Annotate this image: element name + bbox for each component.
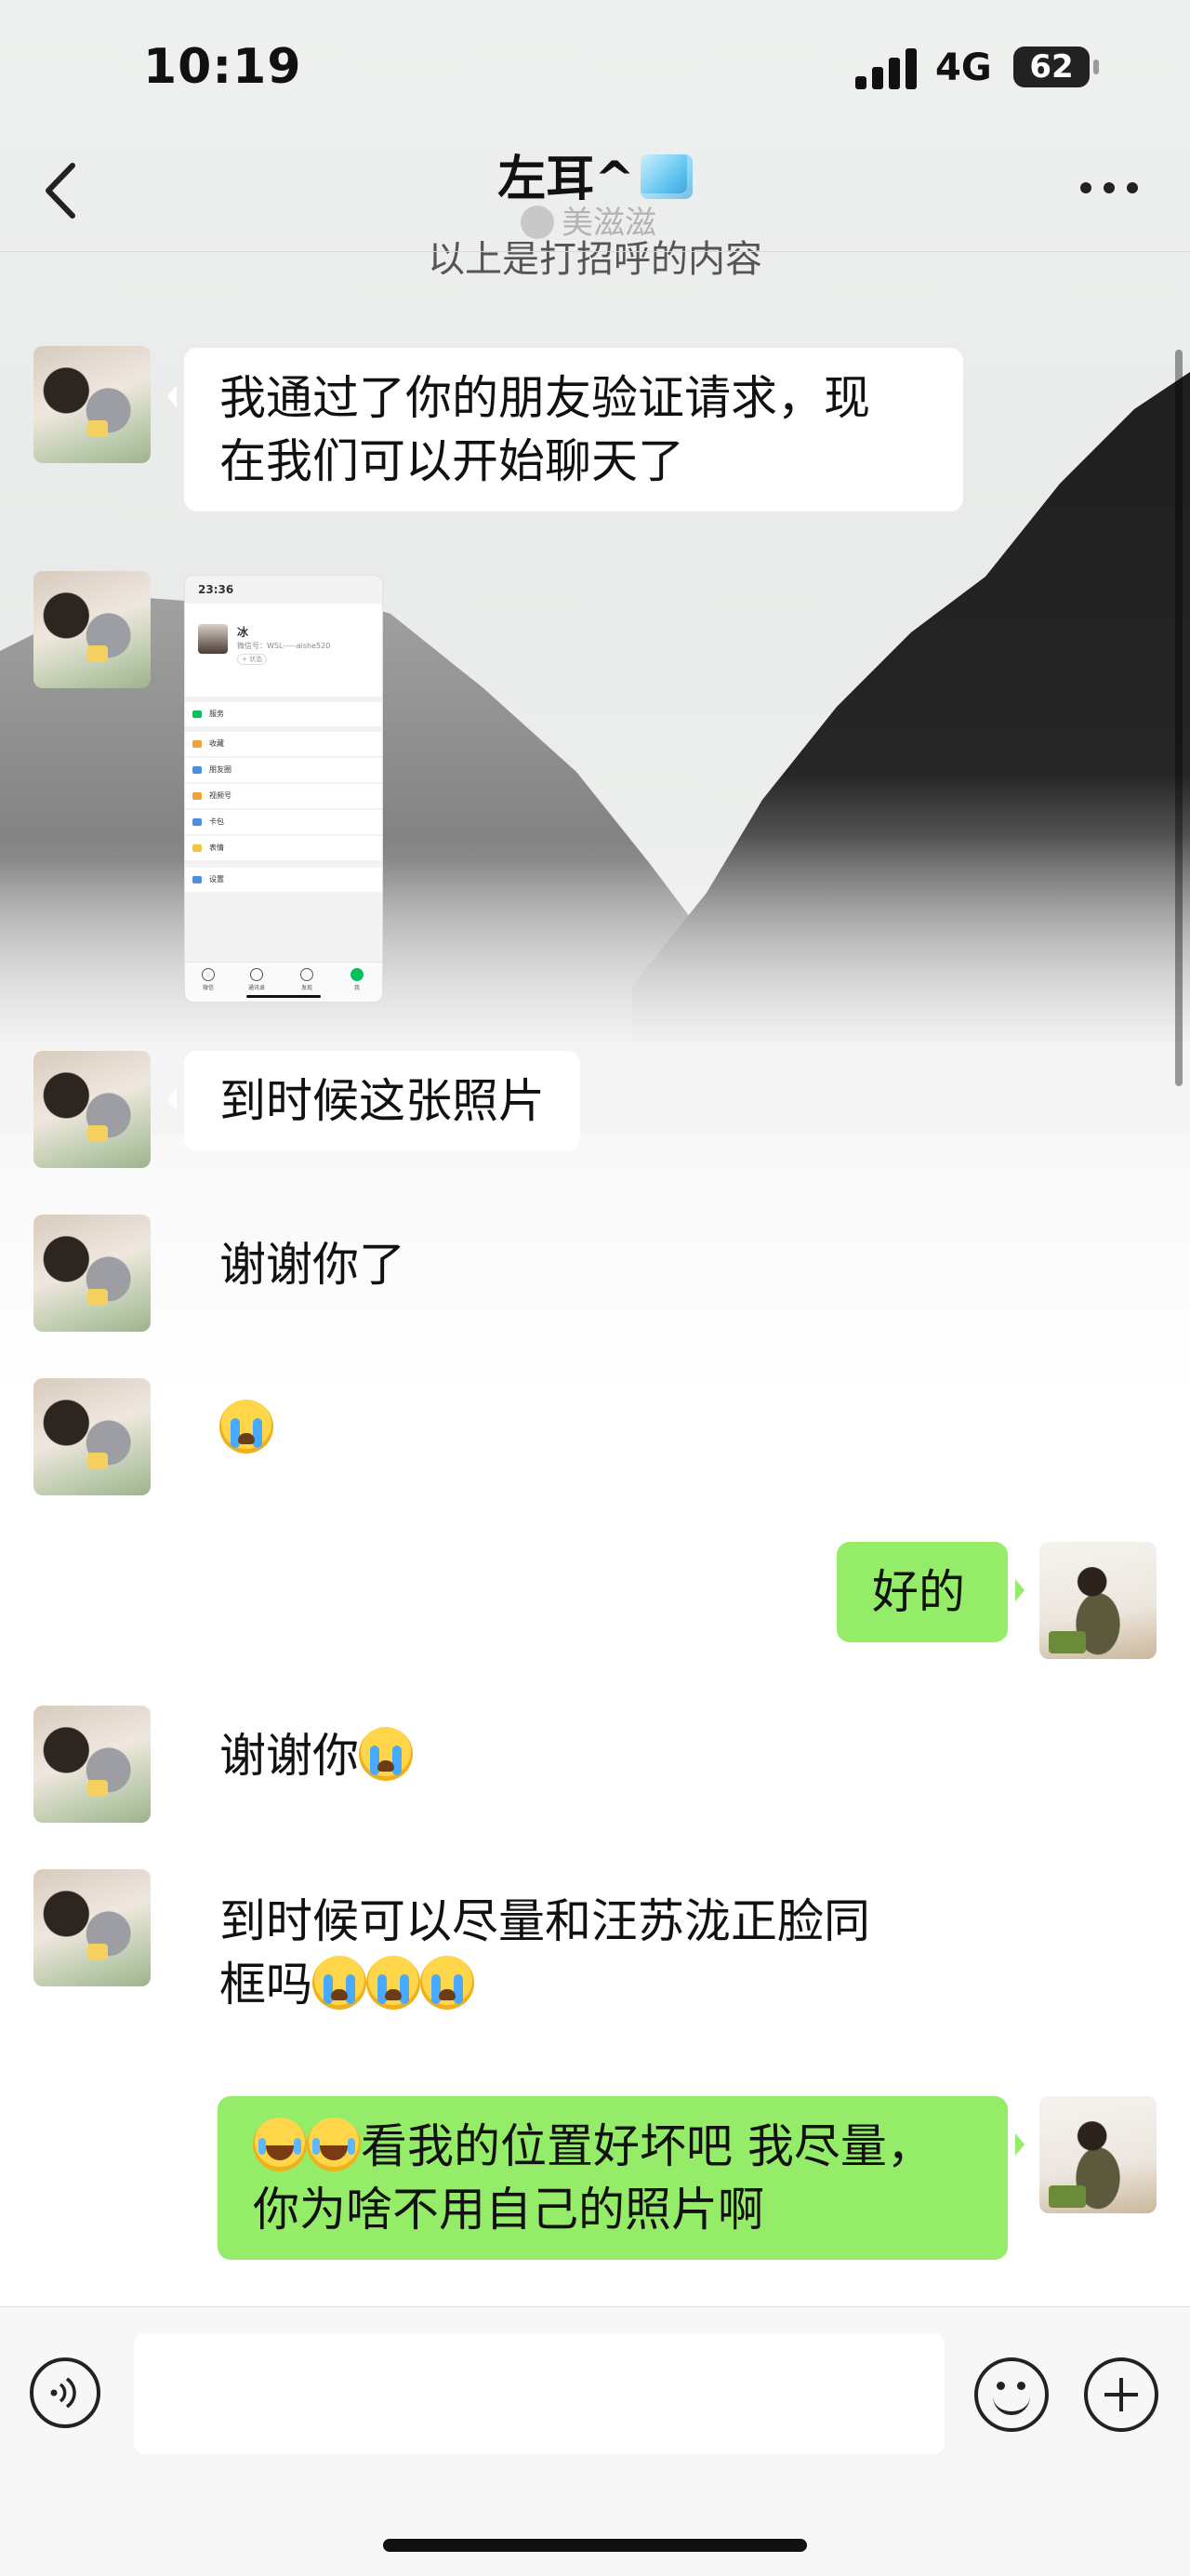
message-bubble-received[interactable]: 谢谢你了: [184, 1215, 441, 1315]
screenshot-name: 冰: [237, 626, 249, 639]
header-divider: [0, 251, 1190, 252]
message-bubble-received[interactable]: 到时候这张照片: [167, 1051, 580, 1151]
message-bubble-received[interactable]: 到时候可以尽量和汪苏泷正脸同 框吗: [184, 1871, 984, 2035]
emoji-button[interactable]: [974, 2357, 1049, 2432]
screenshot-profile: 冰 微信号：WSL-----aishe520 + 状态: [185, 604, 382, 697]
screenshot-home-indicator: [246, 995, 321, 998]
battery-level: 62: [1029, 48, 1074, 86]
screenshot-row: 收藏: [185, 732, 382, 756]
screenshot-row: 朋友圈: [185, 758, 382, 782]
voice-icon: [50, 2377, 76, 2409]
message-bubble-received[interactable]: [184, 1378, 309, 1479]
screenshot-row: 设置: [185, 868, 382, 892]
message-input[interactable]: [134, 2333, 945, 2454]
crying-emoji-icon: [312, 1956, 366, 2010]
screenshot-state: + 状态: [237, 654, 268, 665]
ice-cube-icon: [640, 154, 693, 199]
my-avatar[interactable]: [1039, 1542, 1157, 1659]
contact-avatar[interactable]: [33, 1706, 151, 1823]
crying-emoji-icon: [366, 1956, 420, 2010]
home-indicator[interactable]: [383, 2539, 807, 2552]
network-type: 4G: [935, 46, 992, 89]
screenshot-row: 服务: [185, 702, 382, 726]
watermark-logo-icon: [521, 206, 554, 239]
laughing-emoji-icon: [307, 2118, 361, 2171]
screenshot-row: 表情: [185, 836, 382, 860]
image-message[interactable]: 23:36 冰 微信号：WSL-----aishe520 + 状态 服务 收藏 …: [184, 575, 383, 1003]
message-bubble-received[interactable]: 谢谢你: [184, 1706, 448, 1806]
message-bubble-received[interactable]: 我通过了你的朋友验证请求，现 在我们可以开始聊天了: [167, 348, 963, 511]
contact-avatar[interactable]: [33, 1051, 151, 1168]
contact-avatar[interactable]: [33, 571, 151, 688]
screenshot-tab: 我: [334, 968, 380, 991]
screenshot-tab: 微信: [185, 968, 231, 991]
more-actions-button[interactable]: [1084, 2357, 1158, 2432]
contact-avatar[interactable]: [33, 346, 151, 463]
screenshot-row: 卡包: [185, 810, 382, 834]
battery-icon: 62: [1013, 46, 1099, 87]
my-avatar[interactable]: [1039, 2096, 1157, 2213]
contact-avatar[interactable]: [33, 1869, 151, 1986]
screenshot-row: 视频号: [185, 784, 382, 808]
system-note-text: 以上是打招呼的内容: [428, 238, 762, 281]
crying-emoji-icon: [359, 1727, 413, 1781]
scrollbar[interactable]: [1175, 350, 1183, 1086]
message-bubble-sent[interactable]: 看我的位置好坏吧 我尽量， 你为啥不用自己的照片啊: [218, 2096, 1025, 2260]
screenshot-avatar: [198, 624, 228, 654]
signal-icon: [855, 48, 919, 89]
crying-emoji-icon: [420, 1956, 474, 2010]
system-note: 以上是打招呼的内容: [0, 236, 1190, 286]
status-time: 10:19: [143, 39, 302, 95]
screenshot-wechat-id: 微信号：WSL-----aishe520: [237, 642, 331, 650]
voice-input-button[interactable]: [30, 2357, 100, 2428]
input-bar: [0, 2306, 1190, 2576]
screenshot-tab: 通讯录: [233, 968, 280, 991]
screenshot-tabbar: 微信 通讯录 发现 我: [185, 962, 382, 1002]
screenshot-time: 23:36: [198, 583, 234, 596]
message-bubble-sent[interactable]: 好的: [837, 1542, 1025, 1642]
screenshot-tab: 发现: [284, 968, 330, 991]
laughing-emoji-icon: [253, 2118, 307, 2171]
crying-emoji-icon: [219, 1400, 273, 1454]
more-options-button[interactable]: [1080, 182, 1138, 197]
contact-avatar[interactable]: [33, 1378, 151, 1495]
message-text: 谢谢你: [219, 1729, 359, 1783]
contact-avatar[interactable]: [33, 1215, 151, 1332]
